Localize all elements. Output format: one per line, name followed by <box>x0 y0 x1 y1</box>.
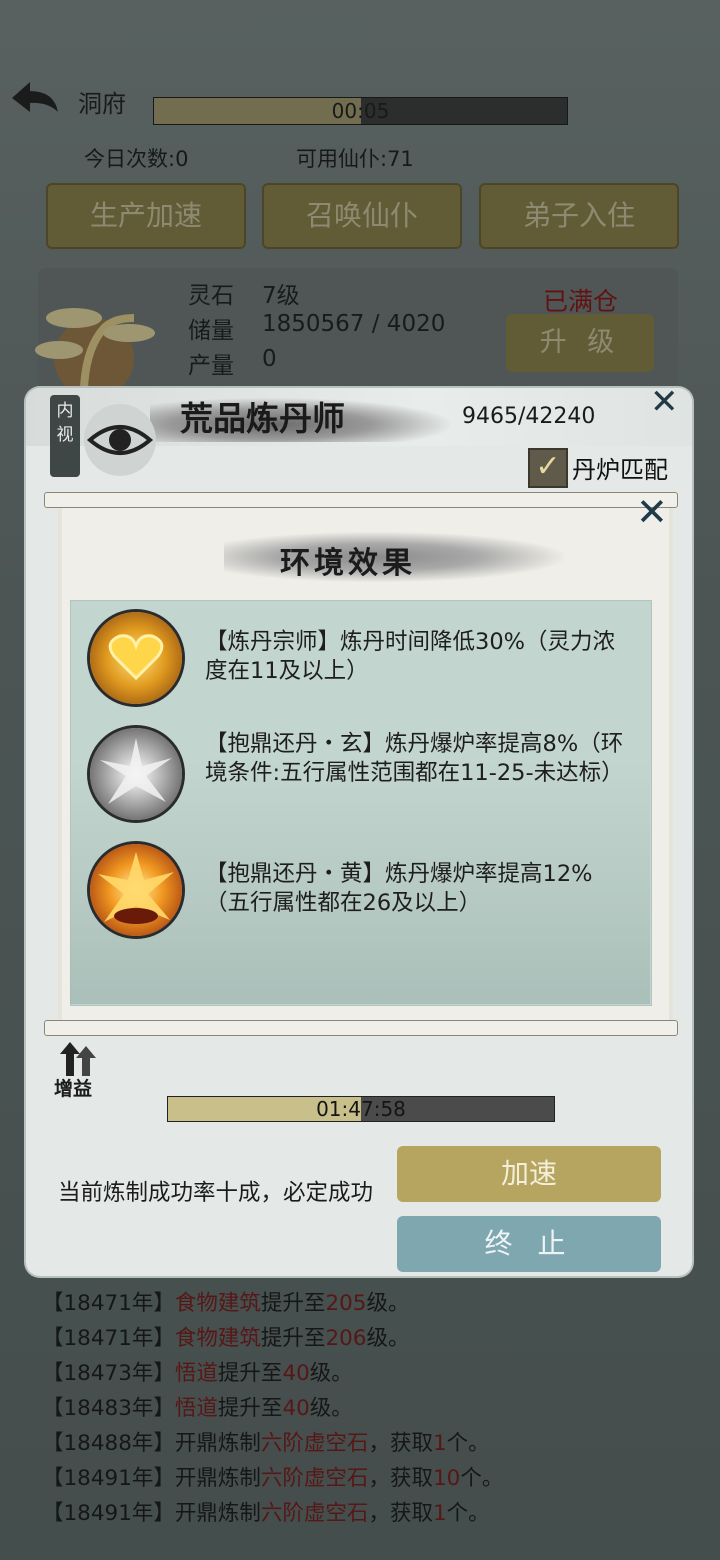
accelerate-button[interactable]: 加速 <box>397 1146 661 1202</box>
alchemy-timer-text: 01:47:58 <box>316 1097 406 1121</box>
effect-text-2: 【抱鼎还丹・玄】炼丹爆炉率提高8%（环境条件:五行属性范围都在11-25-未达标… <box>205 731 624 786</box>
effect-text-1: 【炼丹宗师】炼丹时间降低30%（灵力浓度在11及以上） <box>205 629 616 684</box>
stop-button[interactable]: 终 止 <box>397 1216 661 1272</box>
dialog-close-icon[interactable]: ✕ <box>650 382 679 422</box>
success-rate-text: 当前炼制成功率十成，必定成功 <box>58 1180 374 1206</box>
furnace-match-label: 丹炉匹配 <box>572 456 668 484</box>
env-title: 环境效果 <box>280 546 416 581</box>
dialog-title: 荒品炼丹师 <box>180 399 345 438</box>
golden-heart-icon <box>90 612 182 704</box>
fire-burst-icon <box>90 844 182 936</box>
scroll-bottom-rod <box>44 1020 678 1036</box>
inner-view-tag[interactable]: 内视 <box>50 395 80 477</box>
alchemy-progress-bar: 01:47:58 <box>167 1096 555 1122</box>
silver-burst-icon <box>90 728 182 820</box>
scroll-top-rod <box>44 492 678 508</box>
env-close-icon[interactable]: ✕ <box>636 490 668 534</box>
dialog-count: 9465/42240 <box>462 404 596 429</box>
eye-icon[interactable] <box>84 404 156 476</box>
furnace-match-checkbox[interactable]: ✓ <box>528 448 568 488</box>
buff-label: 增益 <box>54 1078 93 1100</box>
effect-text-3: 【抱鼎还丹・黄】炼丹爆炉率提高12%（五行属性都在26及以上） <box>205 861 593 916</box>
